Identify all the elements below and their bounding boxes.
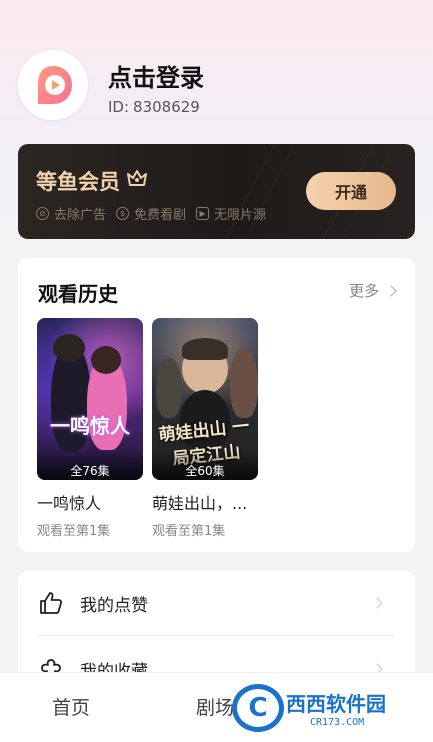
watermark: C 西西软件园 CR173.COM — [232, 682, 422, 734]
thumbs-up-icon — [40, 592, 63, 614]
history-title: 观看历史 — [38, 282, 118, 306]
benefit-label: 去除广告 — [54, 208, 107, 223]
app-logo-icon — [38, 66, 72, 104]
watch-progress: 观看至第1集 — [37, 524, 111, 539]
vip-title: 等鱼会员 — [36, 170, 120, 194]
watermark-text: 西西软件园 CR173.COM — [286, 688, 386, 728]
user-id-value: 8308629 — [133, 98, 200, 116]
episode-count: 全76集 — [37, 450, 143, 480]
poster-figure — [230, 348, 258, 418]
poster-figure — [91, 346, 121, 374]
play-icon: ▶ — [196, 207, 210, 220]
chevron-right-icon — [385, 284, 397, 297]
login-title[interactable]: 点击登录 — [108, 58, 204, 93]
avatar[interactable] — [18, 50, 88, 120]
watermark-subtitle: CR173.COM — [310, 717, 365, 728]
poster-figure — [156, 358, 182, 418]
crown-icon — [127, 170, 147, 186]
vip-membership-card[interactable]: 等鱼会员 ⊘ 去除广告 $ 免费看剧 ▶ 无限片源 开通 — [18, 144, 415, 239]
poster-figure — [182, 338, 228, 360]
user-id-label: ID: — [108, 98, 130, 116]
chevron-right-icon — [371, 597, 383, 609]
episode-count: 全60集 — [152, 450, 258, 480]
poster-title-art: 一鸣惊人 — [50, 414, 130, 438]
history-more-link[interactable]: 更多 — [348, 280, 397, 301]
poster-figure — [53, 334, 85, 362]
poster-image[interactable]: 一鸣惊人 全76集 — [37, 318, 143, 480]
drama-title[interactable]: 一鸣惊人 — [37, 490, 143, 514]
menu-label: 我的点赞 — [80, 595, 148, 616]
user-id: ID: 8308629 — [108, 98, 200, 116]
drama-title[interactable]: 萌娃出山，... — [152, 490, 258, 514]
tab-home[interactable]: 首页 — [52, 693, 90, 720]
poster-image[interactable]: 萌娃出山 一局定江山 全60集 — [152, 318, 258, 480]
benefit-free-watch: $ 免费看剧 — [116, 204, 186, 223]
watch-progress: 观看至第1集 — [152, 524, 226, 539]
benefit-unlimited: ▶ 无限片源 — [196, 204, 266, 223]
watermark-logo: C — [232, 684, 284, 732]
free-watch-icon: $ — [116, 207, 130, 220]
tab-theater[interactable]: 剧场 — [196, 693, 234, 720]
divider — [38, 635, 395, 636]
open-vip-button[interactable]: 开通 — [306, 172, 396, 210]
watermark-title: 西西软件园 — [286, 692, 386, 716]
watch-history-card: 观看历史 更多 一鸣惊人 全76集 一鸣惊人 观看至第1集 萌娃出山 一局定江山… — [18, 258, 415, 552]
vip-benefits: ⊘ 去除广告 $ 免费看剧 ▶ 无限片源 — [36, 204, 266, 223]
benefit-ad-free: ⊘ 去除广告 — [36, 204, 106, 223]
history-item[interactable]: 萌娃出山 一局定江山 全60集 萌娃出山，... 观看至第1集 — [152, 318, 258, 539]
benefit-label: 免费看剧 — [134, 208, 187, 223]
benefit-label: 无限片源 — [214, 208, 267, 223]
profile-header[interactable]: 点击登录 ID: 8308629 — [18, 50, 418, 126]
ad-block-icon: ⊘ — [36, 207, 49, 220]
more-label: 更多 — [348, 282, 379, 300]
history-item[interactable]: 一鸣惊人 全76集 一鸣惊人 观看至第1集 — [37, 318, 143, 539]
menu-item-likes[interactable]: 我的点赞 — [18, 571, 415, 635]
